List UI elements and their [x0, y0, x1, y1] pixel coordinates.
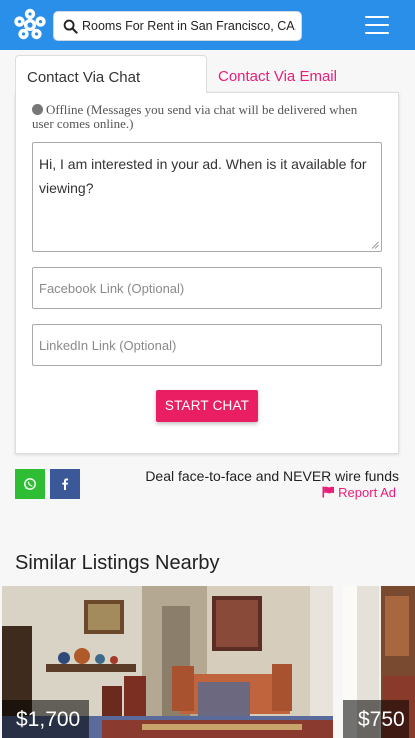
- status-text: Offline (Messages you send via chat will…: [32, 102, 358, 131]
- linkedin-link-field[interactable]: LinkedIn Link (Optional): [32, 324, 382, 366]
- facebook-icon: [62, 478, 69, 490]
- logo-icon[interactable]: [13, 8, 47, 42]
- whatsapp-icon: [24, 478, 36, 490]
- search-text: Rooms For Rent in San Francisco, CA, ...: [82, 19, 296, 33]
- facebook-link-field[interactable]: Facebook Link (Optional): [32, 267, 382, 309]
- message-text: Hi, I am interested in your ad. When is …: [39, 156, 367, 196]
- search-box[interactable]: Rooms For Rent in San Francisco, CA, ...: [53, 11, 302, 41]
- menu-icon[interactable]: [365, 16, 389, 34]
- listing-price: $1,700: [2, 700, 90, 738]
- similar-listings-heading: Similar Listings Nearby: [15, 552, 220, 574]
- tab-chat-label: Contact Via Chat: [27, 69, 141, 86]
- facebook-share-button[interactable]: [50, 469, 80, 499]
- tab-contact-email[interactable]: Contact Via Email: [218, 68, 337, 85]
- linkedin-link-placeholder: LinkedIn Link (Optional): [39, 338, 177, 353]
- safety-warning: Deal face-to-face and NEVER wire funds: [145, 468, 399, 484]
- listing-card[interactable]: $750: [343, 586, 415, 738]
- report-ad-label: Report Ad: [338, 485, 396, 500]
- whatsapp-share-button[interactable]: [15, 469, 45, 499]
- start-chat-button[interactable]: START CHAT: [156, 390, 258, 422]
- offline-status: Offline (Messages you send via chat will…: [32, 103, 382, 131]
- report-ad-link[interactable]: Report Ad: [322, 485, 396, 500]
- listing-price: $750: [343, 700, 409, 738]
- message-textarea[interactable]: Hi, I am interested in your ad. When is …: [32, 142, 382, 252]
- facebook-link-placeholder: Facebook Link (Optional): [39, 281, 185, 296]
- flag-icon: [322, 486, 334, 498]
- search-icon: [63, 19, 78, 34]
- tab-contact-chat[interactable]: Contact Via Chat: [15, 55, 207, 93]
- top-bar: Rooms For Rent in San Francisco, CA, ...: [0, 0, 415, 50]
- status-dot-icon: [32, 104, 43, 115]
- listing-card[interactable]: $1,700: [2, 586, 333, 738]
- resize-handle-icon[interactable]: [371, 241, 379, 249]
